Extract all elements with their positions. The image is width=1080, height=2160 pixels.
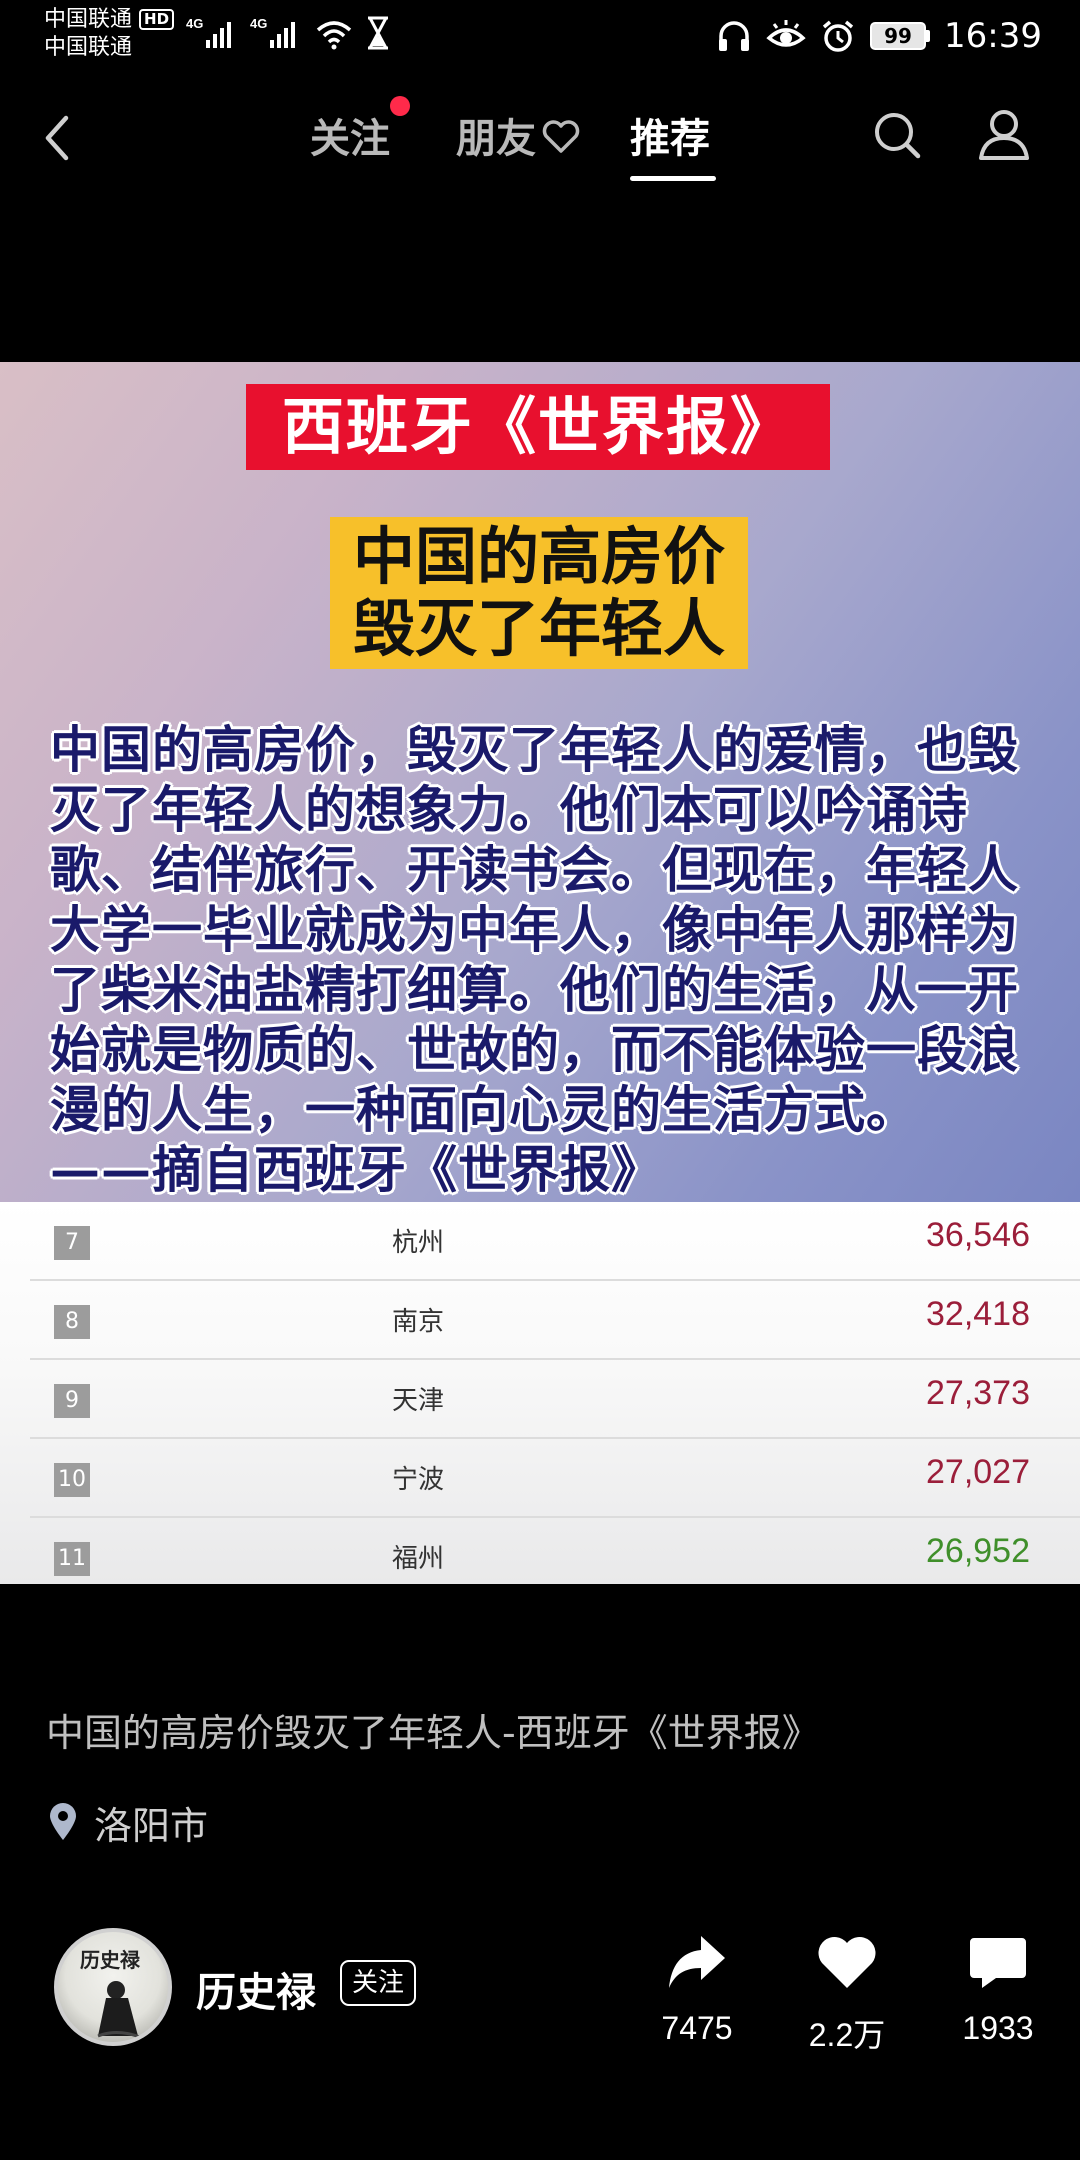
rank-value: 27,373 — [926, 1374, 1030, 1412]
carrier-name-2: 中国联通 — [44, 35, 133, 60]
headline-line-1: 中国的高房价 — [352, 520, 725, 593]
active-tab-indicator — [630, 176, 716, 181]
share-button[interactable]: 7475 — [637, 1928, 757, 2047]
like-button[interactable]: 2.2万 — [787, 1928, 907, 2056]
rank-value: 27,027 — [926, 1453, 1030, 1491]
avatar[interactable]: 历史禄 — [54, 1928, 172, 2046]
back-arrow-icon[interactable] — [36, 108, 76, 168]
alarm-icon — [822, 20, 854, 52]
rank-city: 天津 — [392, 1386, 445, 1416]
comment-button[interactable]: 1933 — [938, 1928, 1058, 2047]
headphones-icon — [719, 21, 750, 51]
hourglass-icon — [368, 16, 388, 50]
table-row: 9 天津 27,373 — [30, 1360, 1080, 1439]
eye-comfort-icon — [766, 20, 806, 47]
rank-city: 杭州 — [392, 1228, 445, 1258]
rank-table: 7 杭州 36,546 8 南京 32,418 9 天津 27,373 10 宁… — [0, 1202, 1080, 1584]
poster-headline: 中国的高房价 毁灭了年轻人 — [330, 517, 748, 669]
rank-city: 南京 — [392, 1307, 445, 1337]
follow-button[interactable]: 关注 — [340, 1960, 416, 2006]
carrier-info: 中国联通 HD 中国联通 — [44, 6, 175, 62]
heart-icon — [818, 1936, 876, 1988]
svg-text:4G: 4G — [186, 16, 203, 31]
hd-badge: HD — [139, 9, 175, 30]
signal-icon: 4G — [186, 16, 231, 48]
battery-icon: 99 — [870, 22, 931, 50]
svg-text:4G: 4G — [250, 16, 267, 31]
share-count: 7475 — [661, 2010, 733, 2046]
top-nav: 关注 朋友 推荐 — [0, 90, 1080, 190]
rank-number: 8 — [54, 1305, 90, 1339]
poster: 西班牙《世界报》 中国的高房价 毁灭了年轻人 中国的高房价，毁灭了年轻人的爱情，… — [0, 362, 1080, 1202]
user-profile-icon[interactable] — [976, 106, 1032, 162]
poster-body-text: 中国的高房价，毁灭了年轻人的爱情，也毁灭了年轻人的想象力。他们本可以吟诵诗歌、结… — [50, 720, 1019, 1199]
rank-value: 36,546 — [926, 1216, 1030, 1254]
tab-recommend[interactable]: 推荐 — [630, 106, 710, 164]
rank-number: 9 — [54, 1384, 90, 1418]
comment-count: 1933 — [962, 2010, 1034, 2046]
rank-city: 宁波 — [392, 1465, 445, 1495]
table-row: 7 杭州 36,546 — [30, 1202, 1080, 1281]
table-row: 10 宁波 27,027 — [30, 1439, 1080, 1518]
share-icon — [669, 1936, 725, 1988]
heart-outline-icon — [542, 120, 580, 153]
signal-icon: 4G — [250, 16, 295, 48]
rank-value: 26,952 — [926, 1532, 1030, 1570]
post-caption[interactable]: 中国的高房价毁灭了年轻人-西班牙《世界报》 — [46, 1702, 820, 1757]
comment-icon — [970, 1938, 1026, 1988]
table-row: 11 福州 26,952 — [30, 1518, 1080, 1584]
rank-number: 11 — [54, 1542, 90, 1576]
author-name[interactable]: 历史禄 — [196, 1960, 316, 2018]
location-name: 洛阳市 — [94, 1803, 209, 1848]
rank-number: 10 — [54, 1463, 90, 1497]
rank-value: 32,418 — [926, 1295, 1030, 1333]
headline-line-2: 毁灭了年轻人 — [352, 592, 725, 665]
status-bar: 中国联通 HD 中国联通 4G 4G 99 16:39 — [0, 0, 1080, 72]
location-pin-icon — [50, 1803, 76, 1840]
table-row: 8 南京 32,418 — [30, 1281, 1080, 1360]
rank-city: 福州 — [392, 1544, 445, 1574]
location-tag[interactable]: 洛阳市 — [46, 1798, 208, 1848]
like-count: 2.2万 — [808, 2017, 886, 2053]
clock: 16:39 — [944, 16, 1042, 56]
search-icon[interactable] — [872, 108, 922, 164]
rank-number: 7 — [54, 1226, 90, 1260]
avatar-figure-icon — [97, 1981, 143, 2040]
tab-friends[interactable]: 朋友 — [456, 106, 536, 164]
notification-dot — [390, 96, 410, 116]
battery-level: 99 — [870, 22, 927, 50]
post-image[interactable]: 西班牙《世界报》 中国的高房价 毁灭了年轻人 中国的高房价，毁灭了年轻人的爱情，… — [0, 362, 1080, 1584]
wifi-icon — [316, 21, 352, 50]
status-icons: 99 16:39 — [716, 14, 1042, 58]
carrier-name-1: 中国联通 — [44, 7, 133, 32]
tab-follow[interactable]: 关注 — [310, 106, 390, 164]
poster-title: 西班牙《世界报》 — [246, 384, 830, 470]
